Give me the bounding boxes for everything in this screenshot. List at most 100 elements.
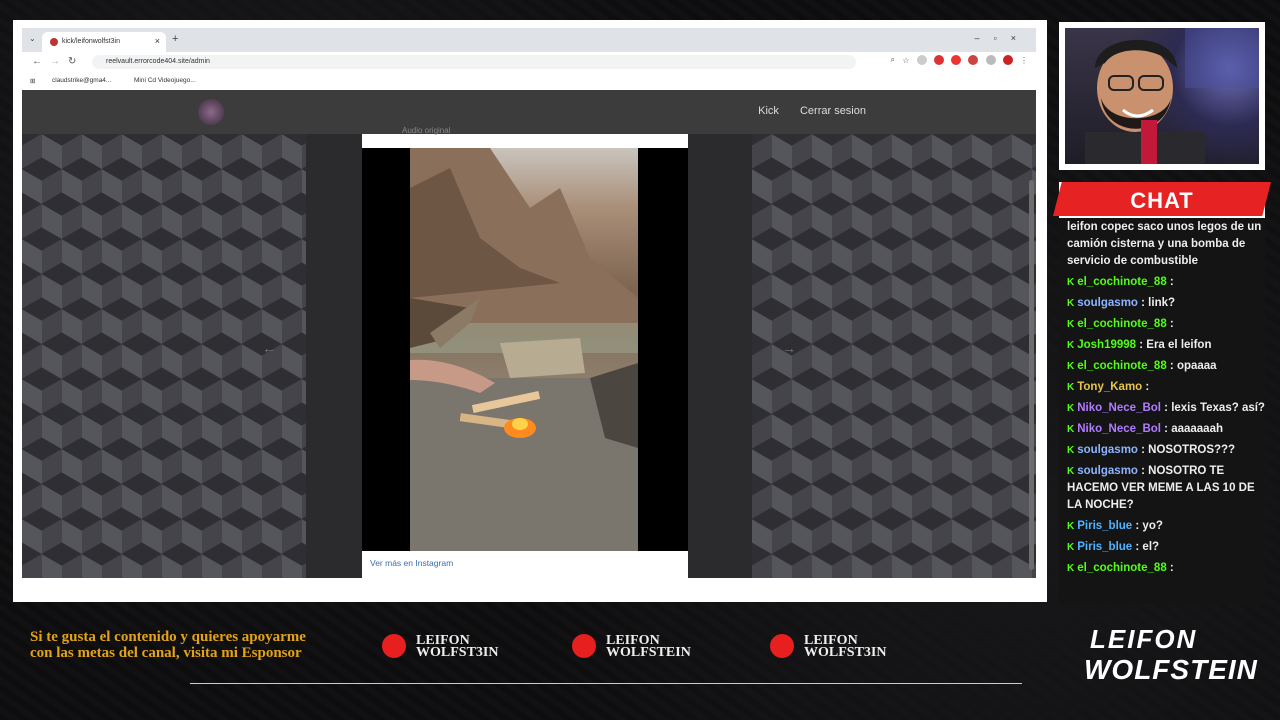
chat-text: : Era el leifon <box>1139 339 1212 351</box>
chat-username[interactable]: el_cochinote_88 <box>1077 360 1166 372</box>
footer-divider <box>190 683 1022 684</box>
chat-username[interactable]: Josh19998 <box>1077 339 1136 351</box>
chat-text: : yo? <box>1135 520 1163 532</box>
reload-icon[interactable]: ↻ <box>68 56 76 67</box>
chat-username[interactable]: soulgasmo <box>1077 297 1138 309</box>
chat-username[interactable]: Niko_Nece_Bol <box>1077 423 1161 435</box>
new-tab-icon[interactable]: + <box>172 33 178 45</box>
chat-username[interactable]: Tony_Kamo <box>1077 381 1142 393</box>
chat-text: : el? <box>1135 541 1160 553</box>
tab-search-icon[interactable]: ⌄ <box>29 34 36 43</box>
chat-message: Ksoulgasmo : NOSOTROS??? <box>1059 441 1265 462</box>
chat-message: K Niko_Nece_Bol : lexis Texas? así? <box>1059 399 1265 420</box>
back-icon[interactable]: ← <box>32 56 42 67</box>
streamer-silhouette <box>1085 28 1259 164</box>
chat-message: Kel_cochinote_88 : opaaaa <box>1059 357 1265 378</box>
gmail-icon[interactable] <box>968 55 979 65</box>
chat-message: Ksoulgasmo : link? <box>1059 294 1265 315</box>
chat-text: : NOSOTROS??? <box>1141 444 1236 456</box>
modal-shade-left <box>306 134 362 578</box>
webcam-feed <box>1065 28 1259 164</box>
forward-icon[interactable]: → <box>50 56 60 67</box>
chat-panel: CHAT leifon copec saco unos legos de un … <box>1053 182 1271 604</box>
chat-message: leifon copec saco unos legos de un camió… <box>1059 218 1265 273</box>
chat-username[interactable]: Piris_blue <box>1077 520 1132 532</box>
tab-title: kick/leifonwolfst3in <box>62 38 120 45</box>
apps-grid-icon[interactable]: ⊞ <box>30 77 35 85</box>
chat-message: K Piris_blue : el? <box>1059 538 1265 559</box>
chat-text: : <box>1169 562 1174 574</box>
tab-favicon-icon <box>50 38 58 46</box>
view-on-instagram-link[interactable]: Ver más en Instagram <box>370 558 453 568</box>
site-logo-icon[interactable] <box>198 99 224 125</box>
instagram-icon <box>572 634 596 658</box>
youtube-icon <box>382 634 406 658</box>
chat-message: K Niko_Nece_Bol : aaaaaaah <box>1059 420 1265 441</box>
browser-tab[interactable]: kick/leifonwolfst3in × <box>42 32 166 52</box>
extensions-area: ⌕ ☆ ⋮ <box>885 55 1028 65</box>
brand-logo: LEIFON WOLFSTEIN <box>1080 624 1257 694</box>
chat-username[interactable]: Piris_blue <box>1077 541 1132 553</box>
web-page: Kick Cerrar sesion ← → Audio original Ve… <box>22 90 1036 578</box>
video-player[interactable] <box>362 148 688 551</box>
chat-message: Kel_cochinote_88 : <box>1059 559 1265 580</box>
chat-text: : <box>1145 381 1150 393</box>
sponsor-text: Si te gusta el contenido y quieres apoya… <box>30 629 306 661</box>
kick-badge-icon: K <box>1067 445 1075 456</box>
instagram-label: LEIFON WOLFSTEIN <box>606 633 691 660</box>
chat-username[interactable]: Niko_Nece_Bol <box>1077 402 1161 414</box>
youtube-label: LEIFON WOLFST3IN <box>416 633 499 660</box>
chat-username[interactable]: el_cochinote_88 <box>1077 562 1166 574</box>
chat-message-list[interactable]: leifon copec saco unos legos de un camió… <box>1059 218 1265 604</box>
post-audio-label: Audio original <box>402 126 451 135</box>
kick-badge-icon: K <box>1067 466 1075 477</box>
menu-dots-icon[interactable]: ⋮ <box>1020 56 1028 65</box>
kick-badge-icon: K <box>1067 277 1075 288</box>
chat-message: K Tony_Kamo : <box>1059 378 1265 399</box>
next-arrow-icon[interactable]: → <box>782 340 796 356</box>
chat-message: Kel_cochinote_88 : <box>1059 273 1265 294</box>
webcam-frame <box>1059 22 1265 170</box>
chat-text: : <box>1169 276 1174 288</box>
browser-window: ⌄ kick/leifonwolfst3in × + –▫× ← → ↻ ree… <box>22 28 1036 578</box>
prev-arrow-icon[interactable]: ← <box>262 340 276 356</box>
nav-logout-link[interactable]: Cerrar sesion <box>800 105 866 117</box>
chat-text: leifon copec saco unos legos de un camió… <box>1067 221 1262 267</box>
chat-message: K Piris_blue : yo? <box>1059 517 1265 538</box>
chat-message: Ksoulgasmo : NOSOTRO TE HACEMO VER MEME … <box>1059 462 1265 517</box>
close-tab-icon[interactable]: × <box>155 36 160 46</box>
cube-pattern-right <box>752 134 1036 578</box>
bookmark-2[interactable]: Mini Cd Videojuego... <box>134 77 196 84</box>
bookmark-1[interactable]: claudstrike@gma4... <box>52 77 111 84</box>
zoom-icon[interactable]: ⌕ <box>890 55 894 65</box>
chat-text: : lexis Texas? así? <box>1164 402 1265 414</box>
window-controls[interactable]: –▫× <box>975 33 1030 43</box>
kick-badge-icon: K <box>1067 340 1075 351</box>
site-nav: Kick Cerrar sesion <box>740 105 866 117</box>
cube-pattern-left <box>22 134 306 578</box>
bookmark-star-icon[interactable]: ☆ <box>902 56 909 65</box>
chat-text: : <box>1169 318 1174 330</box>
extension-red-icon[interactable] <box>933 55 944 65</box>
opera-icon[interactable] <box>951 55 962 65</box>
kick-badge-icon: K <box>1067 424 1075 435</box>
chat-message: Kel_cochinote_88 : <box>1059 315 1265 336</box>
modal-shade-right <box>688 134 752 578</box>
bookmarks-bar: ⊞ claudstrike@gma4... Mini Cd Videojuego… <box>22 72 1036 91</box>
kick-badge-icon: K <box>1067 563 1075 574</box>
chat-username[interactable]: soulgasmo <box>1077 444 1138 456</box>
nav-kick-link[interactable]: Kick <box>758 105 779 117</box>
url-field[interactable]: reelvault.errorcode404.site/admin <box>92 55 856 69</box>
chat-username[interactable]: el_cochinote_88 <box>1077 276 1166 288</box>
page-scrollbar[interactable] <box>1029 180 1034 570</box>
kick-badge-icon: K <box>1067 361 1075 372</box>
chat-username[interactable]: el_cochinote_88 <box>1077 318 1166 330</box>
chat-text: : link? <box>1141 297 1176 309</box>
puzzle-icon[interactable] <box>985 55 996 65</box>
chat-username[interactable]: soulgasmo <box>1077 465 1138 477</box>
video-frame <box>410 148 638 551</box>
post-header: Audio original <box>362 124 688 146</box>
address-bar-row: ← → ↻ reelvault.errorcode404.site/admin … <box>22 52 1036 72</box>
profile-avatar-icon[interactable] <box>1002 55 1013 65</box>
extension-icon[interactable] <box>916 55 927 65</box>
